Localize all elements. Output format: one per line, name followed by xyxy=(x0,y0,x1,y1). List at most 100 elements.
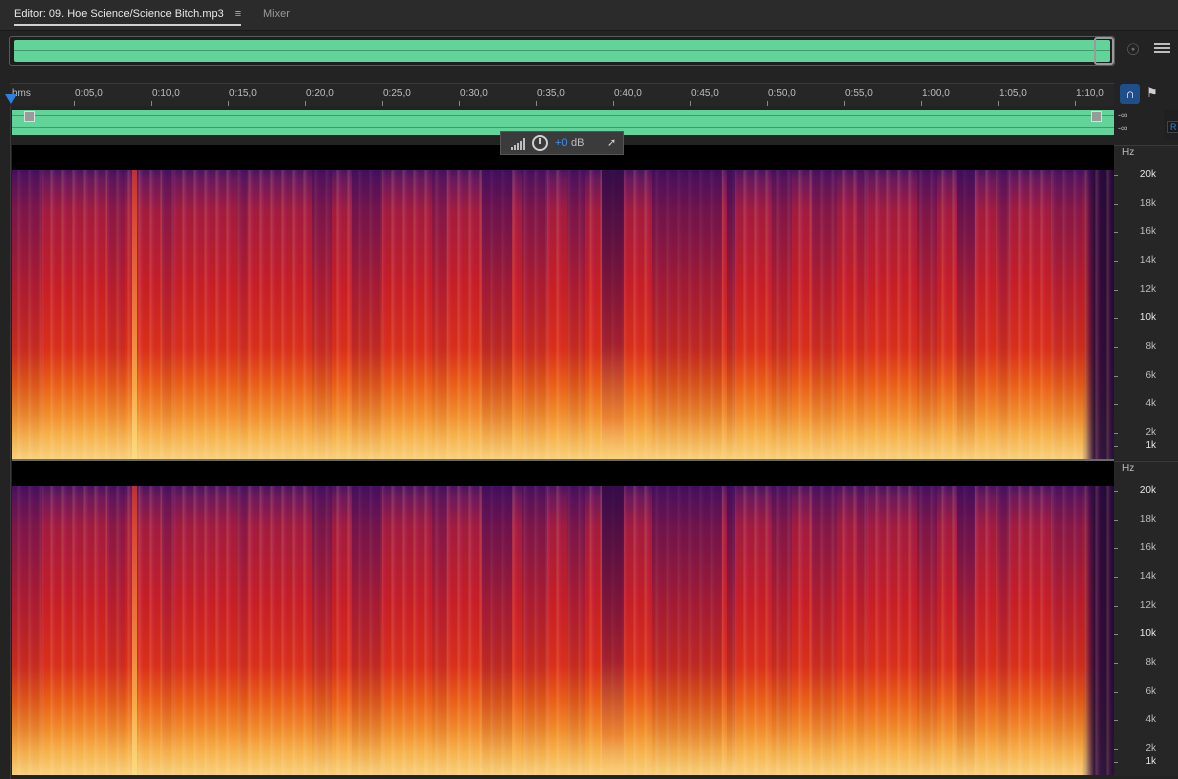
frequency-tick xyxy=(1114,261,1118,262)
spectrogram-band xyxy=(772,486,792,775)
overview-range-handle[interactable] xyxy=(1094,37,1114,65)
panel-menu-icon[interactable] xyxy=(1154,43,1170,57)
frequency-tick xyxy=(1114,318,1118,319)
ruler-tick xyxy=(459,101,460,106)
frequency-tick xyxy=(1114,692,1118,693)
frequency-tick xyxy=(1114,720,1118,721)
frequency-label: 4k xyxy=(1145,398,1156,409)
ruler-tick-label: 0:25,0 xyxy=(383,88,411,99)
frequency-tick xyxy=(1114,175,1118,176)
tab-editor-label: Editor: 09. Hoe Science/Science Bitch.mp… xyxy=(14,8,224,20)
waveform-overview[interactable] xyxy=(9,36,1115,66)
spectrogram-band xyxy=(352,486,382,775)
frequency-tick xyxy=(1114,404,1118,405)
zoom-selection-icon[interactable]: ☉ xyxy=(1124,42,1142,60)
ruler-tick xyxy=(613,101,614,106)
spectrogram-band xyxy=(352,170,382,459)
frequency-axis-right: Hz 20k 18k 16k 14k 12k 10k 8k 6k 4k 2k 1k xyxy=(1114,461,1178,776)
spectrogram-band xyxy=(957,486,975,775)
frequency-tick xyxy=(1114,204,1118,205)
frequency-tick xyxy=(1114,606,1118,607)
frequency-axis-left: Hz 20k 18k 16k 14k 12k 10k 8k 6k 4k 2k 1k xyxy=(1114,145,1178,460)
gain-value[interactable]: +0 xyxy=(555,137,568,149)
timeline-ruler[interactable]: hms 0:05,0 0:10,0 0:15,0 0:20,0 0:25,0 0:30,0… xyxy=(10,83,1114,106)
frequency-tick xyxy=(1114,762,1118,763)
spectrogram-band xyxy=(727,486,735,775)
ruler-tick-label: 0:55,0 xyxy=(845,88,873,99)
spectrogram-band xyxy=(772,170,792,459)
gain-hud[interactable]: +0 dB ➚ xyxy=(500,131,624,155)
frequency-label: 14k xyxy=(1139,571,1156,582)
ruler-tick-label: 0:05,0 xyxy=(75,88,103,99)
ruler-tick-label: 0:15,0 xyxy=(229,88,257,99)
level-right: -∞ xyxy=(1118,123,1128,133)
fade-out-handle[interactable] xyxy=(1091,111,1102,122)
spectrogram-band xyxy=(482,486,512,775)
spectrogram-band xyxy=(162,170,174,459)
ruler-tick-label: 0:45,0 xyxy=(691,88,719,99)
ruler-tick xyxy=(74,101,75,106)
magnet-icon[interactable]: ∩ xyxy=(1120,84,1140,104)
playhead-marker[interactable] xyxy=(5,94,17,104)
gain-unit: dB xyxy=(571,137,585,149)
level-left: -∞ xyxy=(1118,110,1128,120)
spectrogram-band xyxy=(917,486,937,775)
frequency-label: 1k xyxy=(1145,440,1156,451)
ruler-tick xyxy=(151,101,152,106)
frequency-tick xyxy=(1114,433,1118,434)
frequency-label: 16k xyxy=(1139,226,1156,237)
fade-in-handle[interactable] xyxy=(24,111,35,122)
ruler-tick-label: 0:20,0 xyxy=(306,88,334,99)
spectrogram-band xyxy=(432,170,447,459)
spectrogram-band xyxy=(162,486,174,775)
spectral-channel-left[interactable] xyxy=(12,145,1114,459)
frequency-label: 20k xyxy=(1139,485,1156,496)
spectrogram-band xyxy=(482,170,512,459)
channel-r-badge[interactable]: R xyxy=(1167,121,1178,133)
spectrogram-left xyxy=(12,170,1114,459)
spectrogram-band xyxy=(312,486,332,775)
ruler-tick xyxy=(844,101,845,106)
frequency-label: 1k xyxy=(1145,756,1156,767)
ruler-tick xyxy=(921,101,922,106)
spectrogram-band xyxy=(522,486,547,775)
tab-mixer[interactable]: Mixer xyxy=(263,8,290,20)
spectrogram-band xyxy=(857,486,867,775)
spectrogram-band xyxy=(727,170,735,459)
ruler-tick xyxy=(998,101,999,106)
spectrogram-band xyxy=(1052,486,1082,775)
ruler-tick-label: 0:35,0 xyxy=(537,88,565,99)
spectrogram-band xyxy=(107,170,125,459)
frequency-tick xyxy=(1114,548,1118,549)
spectrogram-band xyxy=(522,170,547,459)
ruler-tick xyxy=(536,101,537,106)
spectrogram-right xyxy=(12,486,1114,775)
spectrogram-band xyxy=(652,486,722,775)
spectrogram-band xyxy=(1052,170,1082,459)
spectrogram-band xyxy=(12,486,42,775)
frequency-tick xyxy=(1114,491,1118,492)
frequency-tick xyxy=(1114,749,1118,750)
frequency-tick xyxy=(1114,290,1118,291)
ruler-tick xyxy=(305,101,306,106)
gain-knob[interactable] xyxy=(532,135,548,151)
spectrogram-band xyxy=(812,486,837,775)
spectrogram-band xyxy=(567,170,585,459)
ruler-tick-label: 0:10,0 xyxy=(152,88,180,99)
spectrogram-band xyxy=(812,170,837,459)
ruler-tick xyxy=(690,101,691,106)
frequency-label: 18k xyxy=(1139,198,1156,209)
spectrogram-band xyxy=(237,170,247,459)
waveform-lane-left[interactable] xyxy=(12,110,1114,122)
pin-icon[interactable]: ➚ xyxy=(607,136,616,149)
spectrogram-band xyxy=(997,170,1009,459)
spectrogram-gap xyxy=(602,170,624,459)
marker-icon[interactable]: ⚑ xyxy=(1146,85,1158,101)
hamburger-icon[interactable]: ≡ xyxy=(235,8,241,20)
frequency-tick xyxy=(1114,634,1118,635)
spectrogram-transient xyxy=(132,170,137,459)
spectral-channel-right[interactable] xyxy=(12,461,1114,775)
frequency-label: 2k xyxy=(1145,427,1156,438)
tab-editor[interactable]: Editor: 09. Hoe Science/Science Bitch.mp… xyxy=(14,8,242,26)
frequency-tick xyxy=(1114,520,1118,521)
